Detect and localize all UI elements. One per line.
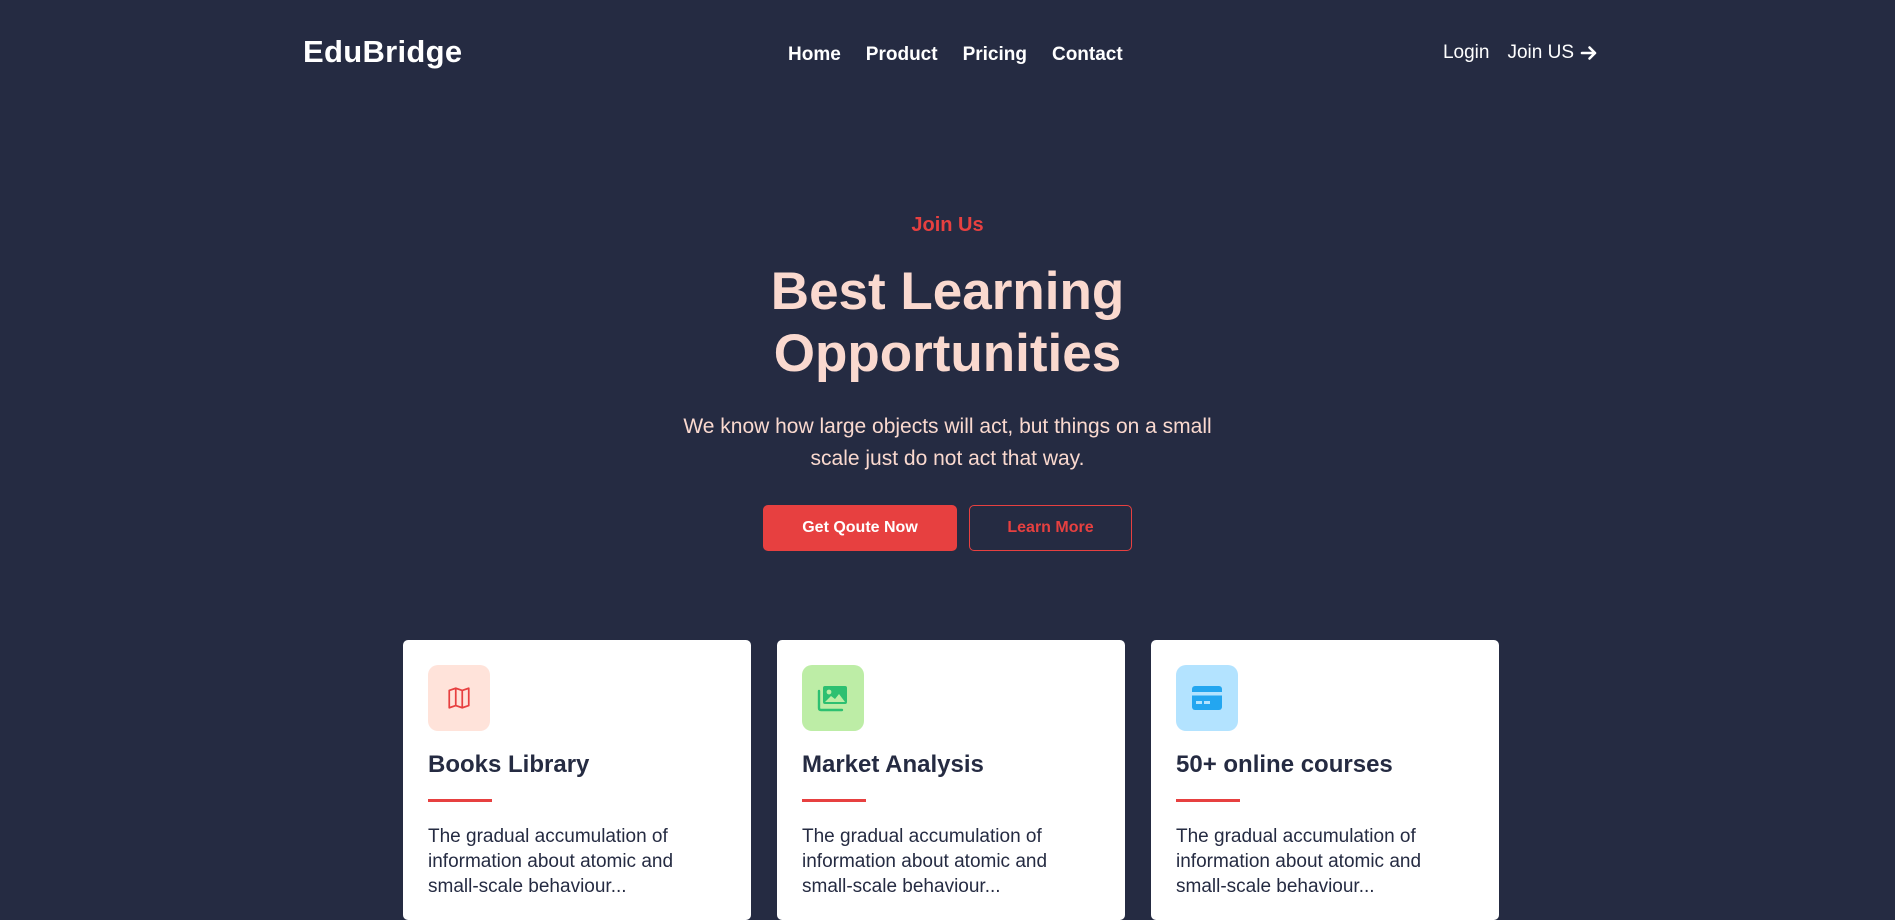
hero-section: Join Us Best Learning Opportunities We k… (0, 214, 1895, 551)
feature-icon-box (428, 665, 490, 731)
credit-card-icon (1192, 686, 1222, 710)
card-title: Market Analysis (802, 751, 984, 778)
feature-icon-box (802, 665, 864, 731)
logo[interactable]: EduBridge (303, 34, 462, 70)
card-title: Books Library (428, 751, 590, 778)
feature-icon-box (1176, 665, 1238, 731)
hero-title-line-2: Opportunities (773, 324, 1122, 383)
nav-home-link[interactable]: Home (788, 44, 841, 66)
top-navbar: EduBridge Home Product Pricing Contact L… (0, 0, 1895, 110)
nav-product-link[interactable]: Product (866, 44, 938, 66)
card-text: The gradual accumulation of information … (1176, 826, 1422, 897)
auth-links: Login Join US (1443, 42, 1598, 64)
nav-pricing-link[interactable]: Pricing (963, 44, 1027, 66)
get-quote-button[interactable]: Get Qoute Now (763, 505, 957, 551)
card-text: The gradual accumulation of information … (802, 826, 1048, 897)
hero-title: Best Learning Opportunities (0, 261, 1895, 385)
hero-actions: Get Qoute Now Learn More (0, 505, 1895, 551)
feature-card-online-courses: 50+ online courses The gradual accumulat… (1151, 640, 1499, 920)
nav-contact-link[interactable]: Contact (1052, 44, 1123, 66)
map-icon (448, 687, 470, 709)
card-title: 50+ online courses (1176, 751, 1393, 778)
learn-more-button[interactable]: Learn More (969, 505, 1132, 551)
hero-subtitle: We know how large objects will act, but … (683, 415, 1212, 470)
images-icon (817, 686, 847, 712)
card-divider (428, 799, 492, 802)
feature-card-books-library: Books Library The gradual accumulation o… (403, 640, 751, 920)
card-divider (1176, 799, 1240, 802)
login-label: Login (1442, 42, 1490, 63)
join-us-link[interactable]: Join US (1507, 42, 1598, 64)
hero-eyebrow: Join Us (911, 214, 984, 236)
login-link[interactable]: Login (1443, 42, 1490, 64)
card-text: The gradual accumulation of information … (428, 826, 674, 897)
feature-card-market-analysis: Market Analysis The gradual accumulation… (777, 640, 1125, 920)
join-us-label: Join US (1507, 42, 1574, 63)
feature-cards: Books Library The gradual accumulation o… (403, 640, 1499, 920)
hero-title-line-1: Best Learning (770, 262, 1125, 321)
main-menu: Home Product Pricing Contact (788, 44, 1123, 66)
arrow-right-icon (1580, 46, 1597, 60)
card-divider (802, 799, 866, 802)
